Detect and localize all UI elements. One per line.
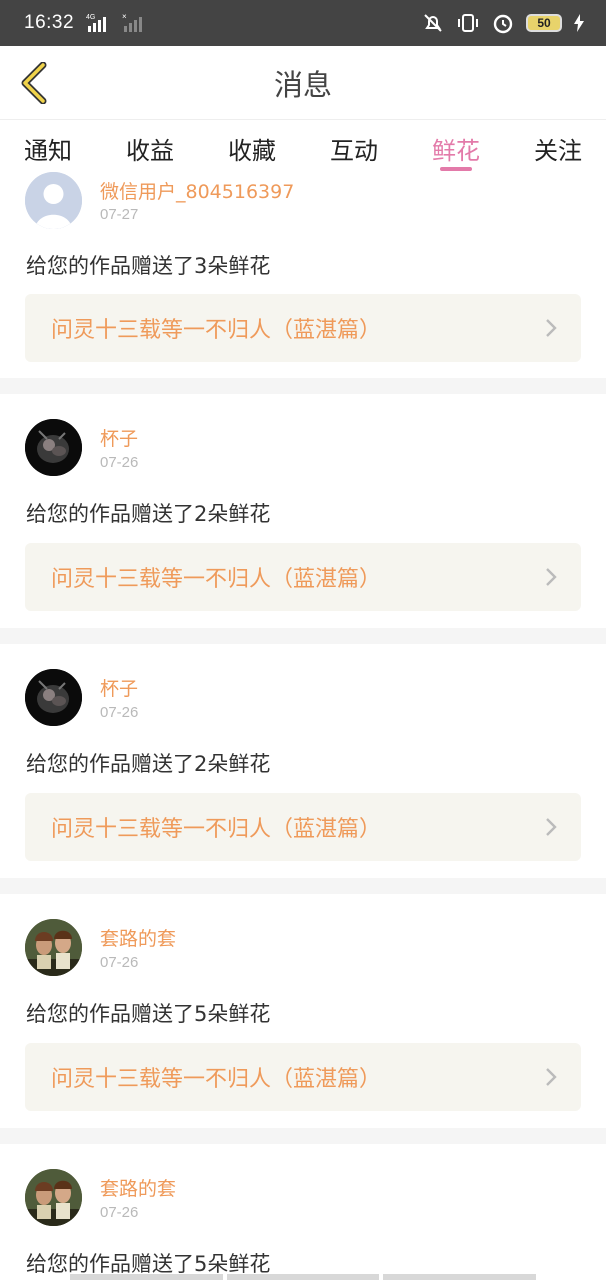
user-name[interactable]: 套路的套 [100,1174,176,1201]
chevron-right-icon [543,317,559,339]
chevron-left-icon [21,62,47,104]
avatar[interactable] [25,1169,82,1226]
mute-bell-icon [422,12,444,34]
avatar[interactable] [25,919,82,976]
status-bar: 16:32 4G × 50 [0,0,606,46]
message-item: 套路的套 07-26 给您的作品赠送了5朵鲜花 问灵十三载等一不归人（蓝湛篇） [0,894,606,1128]
tab-following[interactable]: 关注 [534,121,582,175]
work-link[interactable]: 问灵十三载等一不归人（蓝湛篇） [25,294,581,362]
signal-empty-icon: × [120,12,146,34]
tab-favorites[interactable]: 收藏 [228,121,276,175]
dark-photo-icon [25,419,82,476]
message-text: 给您的作品赠送了5朵鲜花 [26,1002,271,1026]
message-date: 07-26 [100,1204,139,1221]
tab-interactions[interactable]: 互动 [330,121,378,175]
svg-text:4G: 4G [86,14,95,21]
work-title: 问灵十三载等一不归人（蓝湛篇） [51,817,382,842]
chevron-right-icon [543,816,559,838]
message-item: 杯子 07-26 给您的作品赠送了2朵鲜花 问灵十三载等一不归人（蓝湛篇） [0,394,606,628]
signal-4g-icon: 4G [84,12,110,34]
back-button[interactable] [14,60,54,106]
tab-notifications[interactable]: 通知 [24,121,72,175]
active-tab-indicator [440,167,472,171]
message-item: 杯子 07-26 给您的作品赠送了2朵鲜花 问灵十三载等一不归人（蓝湛篇） [0,644,606,878]
message-item: 微信用户_804516397 07-27 给您的作品赠送了3朵鲜花 问灵十三载等… [0,172,606,378]
chevron-right-icon [543,1066,559,1088]
message-list[interactable]: 微信用户_804516397 07-27 给您的作品赠送了3朵鲜花 问灵十三载等… [0,172,606,1280]
vibrate-icon [456,12,480,34]
user-name[interactable]: 杯子 [100,674,138,701]
default-user-icon [25,172,82,229]
divider [0,378,606,394]
couple-photo-icon [25,1169,82,1226]
message-text: 给您的作品赠送了3朵鲜花 [26,254,271,278]
work-title: 问灵十三载等一不归人（蓝湛篇） [51,1067,382,1092]
header: 消息 [0,46,606,120]
chevron-right-icon [543,566,559,588]
status-time: 16:32 [24,12,75,33]
tab-earnings[interactable]: 收益 [126,121,174,175]
couple-photo-icon [25,919,82,976]
message-text: 给您的作品赠送了2朵鲜花 [26,502,271,526]
tab-bar: 通知 收益 收藏 互动 鲜花 关注 [0,121,606,175]
tab-flowers[interactable]: 鲜花 [432,121,480,175]
message-date: 07-26 [100,704,139,721]
message-date: 07-26 [100,454,139,471]
message-date: 07-26 [100,954,139,971]
work-title: 问灵十三载等一不归人（蓝湛篇） [51,567,382,592]
work-title: 问灵十三载等一不归人（蓝湛篇） [51,318,382,343]
battery-indicator: 50 [526,14,562,32]
user-name[interactable]: 杯子 [100,424,138,451]
divider [0,878,606,894]
message-text: 给您的作品赠送了2朵鲜花 [26,752,271,776]
work-link[interactable]: 问灵十三载等一不归人（蓝湛篇） [25,543,581,611]
divider [0,628,606,644]
user-name[interactable]: 套路的套 [100,924,176,951]
alarm-icon [492,12,514,34]
screen: 16:32 4G × 50 消息 通知 收益 收藏 互动 鲜花 关注 微信用户_… [0,0,606,1280]
avatar[interactable] [25,419,82,476]
avatar[interactable] [25,172,82,229]
bottom-bar [70,1274,537,1280]
avatar[interactable] [25,669,82,726]
page-title: 消息 [273,67,332,102]
charging-icon [574,14,584,32]
message-date: 07-27 [100,206,139,223]
divider [0,1128,606,1144]
work-link[interactable]: 问灵十三载等一不归人（蓝湛篇） [25,1043,581,1111]
dark-photo-icon [25,669,82,726]
user-name[interactable]: 微信用户_804516397 [100,177,294,204]
message-item: 套路的套 07-26 给您的作品赠送了5朵鲜花 [0,1144,606,1280]
svg-text:×: × [122,12,127,21]
work-link[interactable]: 问灵十三载等一不归人（蓝湛篇） [25,793,581,861]
